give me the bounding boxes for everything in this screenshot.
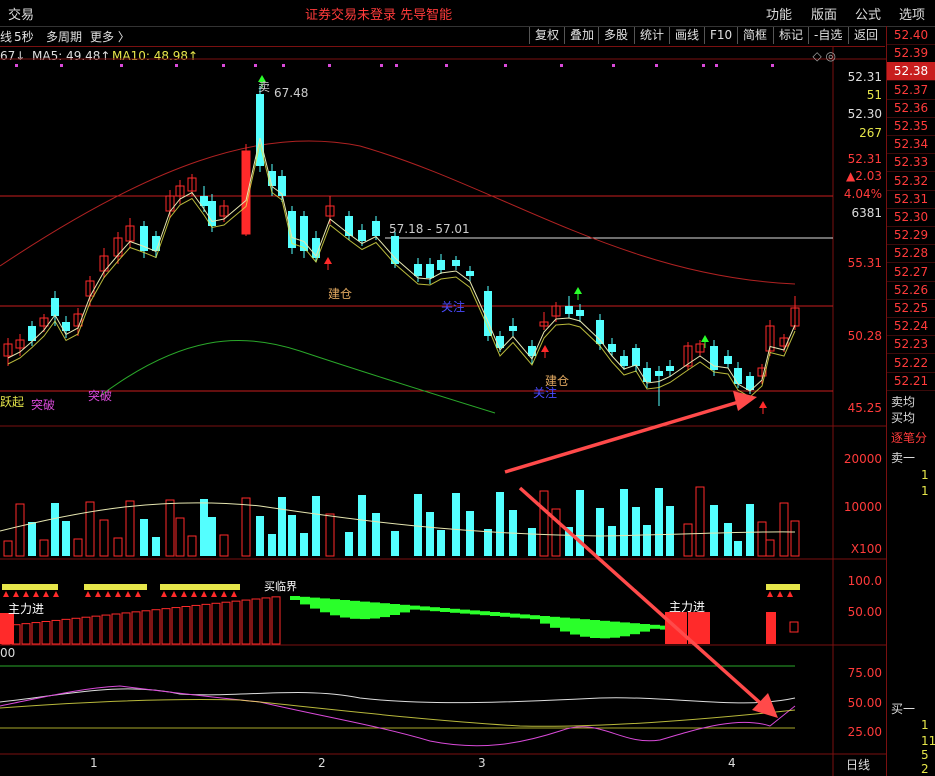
buy-avg-label: 买均: [891, 411, 916, 425]
chart-canvas[interactable]: [0, 26, 886, 776]
chart-frame: [0, 46, 886, 776]
price-level[interactable]: 52.32: [887, 172, 935, 191]
buy1-qty-d: 2: [921, 762, 929, 776]
price-level[interactable]: 52.23: [887, 335, 935, 355]
zhuli-label-1: 主力进: [8, 602, 45, 616]
right-info-4: 267: [859, 126, 882, 140]
buy1-qty-c: 5: [921, 748, 929, 762]
trade-label[interactable]: 交易: [8, 4, 34, 23]
ind1-axis-1: 100.0: [847, 574, 882, 588]
price-level[interactable]: 52.26: [887, 281, 935, 300]
price-level[interactable]: 52.24: [887, 317, 935, 337]
tupo-label-1: 突破: [88, 389, 113, 403]
sell1-qty-b: 1: [921, 484, 929, 498]
right-info-7: 4.04%: [843, 187, 882, 201]
maimai-label: 买临界: [264, 580, 297, 593]
price-level[interactable]: 52.35: [887, 117, 935, 136]
menu-function[interactable]: 功能: [766, 4, 792, 23]
volume-bars: [0, 486, 800, 557]
right-info-6: ▲2.03: [846, 169, 882, 183]
price-level[interactable]: 52.21: [887, 372, 935, 391]
top-bar: 交易 证券交易未登录 先导智能 功能 版面 公式 选项: [0, 0, 935, 27]
menu-layout[interactable]: 版面: [811, 4, 837, 23]
price-level[interactable]: 52.28: [887, 244, 935, 264]
price-level[interactable]: 52.25: [887, 299, 935, 318]
price-level[interactable]: 52.27: [887, 263, 935, 282]
price-axis-3: 45.25: [847, 401, 882, 415]
daily-tab[interactable]: 日线: [846, 756, 870, 773]
vol-axis-unit: X100: [850, 542, 882, 556]
status-text: 证券交易未登录 先导智能: [305, 8, 453, 23]
sell-marker: 卖: [258, 80, 271, 94]
price-level[interactable]: 52.22: [887, 354, 935, 373]
right-info-2: 51: [866, 88, 882, 102]
ma5-line: [7, 137, 796, 398]
ind2-axis-1: 75.00: [847, 666, 882, 680]
tick-tab[interactable]: 逐笔分: [891, 429, 927, 446]
menu-options[interactable]: 选项: [899, 4, 925, 23]
sell1-label: 卖一: [891, 451, 916, 465]
buy1-qty-b: 11: [921, 734, 935, 748]
vol-axis-2: 10000: [843, 500, 882, 514]
yueqi-label: 跃起: [0, 395, 25, 409]
x-label-4: 4: [728, 756, 736, 770]
ind2-axis-3: 25.00: [847, 725, 882, 739]
right-info-8: 6381: [851, 206, 882, 220]
price-level[interactable]: 52.30: [887, 208, 935, 227]
buy1-label: 买一: [891, 702, 916, 716]
right-info-5: 52.31: [847, 152, 882, 166]
price-ladder: 52.40 52.39 52.38 52.37 52.36 52.35 52.34 52.33…: [886, 26, 935, 776]
menu-formula[interactable]: 公式: [855, 4, 881, 23]
sell1-qty-a: 1: [921, 468, 929, 482]
right-info-1: 52.31: [847, 70, 882, 84]
price-axis-2: 50.28: [847, 329, 882, 343]
price-level[interactable]: 52.33: [887, 153, 935, 173]
price-level[interactable]: 52.38: [887, 62, 935, 82]
price-level[interactable]: 52.39: [887, 44, 935, 64]
ind1-axis-2: 50.00: [847, 605, 882, 619]
price-level[interactable]: 52.31: [887, 190, 935, 209]
right-info-3: 52.30: [847, 107, 882, 121]
vol-axis-1: 20000: [843, 452, 882, 466]
price-level[interactable]: 52.34: [887, 135, 935, 155]
price-level[interactable]: 52.36: [887, 99, 935, 118]
ind1-left-label: 00: [0, 646, 16, 660]
display-icons[interactable]: ◇ ◎: [796, 49, 836, 63]
zhuli-label-2: 主力进: [669, 600, 706, 614]
candlesticks: [3, 75, 800, 414]
dot-row: [15, 64, 774, 67]
guanzhu-label-1: 关注: [441, 300, 466, 314]
guanzhu-label-2: 关注: [533, 386, 558, 400]
x-label-2: 2: [318, 756, 326, 770]
price-level[interactable]: 52.29: [887, 226, 935, 246]
ind2-axis-2: 50.00: [847, 696, 882, 710]
price-axis-1: 55.31: [847, 256, 882, 270]
sell-avg-label: 卖均: [891, 395, 916, 409]
price-level[interactable]: 52.37: [887, 81, 935, 100]
oscillator-lines: [0, 685, 796, 747]
x-label-1: 1: [90, 756, 98, 770]
jiancang-label-1: 建仓: [328, 287, 353, 301]
tupo-label-2: 突破: [31, 398, 56, 412]
range-label: 57.18 - 57.01: [389, 222, 470, 236]
buy1-qty-a: 1: [921, 718, 929, 732]
high-label: 67.48: [274, 86, 309, 100]
x-label-3: 3: [478, 756, 486, 770]
price-level[interactable]: 52.40: [887, 26, 935, 45]
